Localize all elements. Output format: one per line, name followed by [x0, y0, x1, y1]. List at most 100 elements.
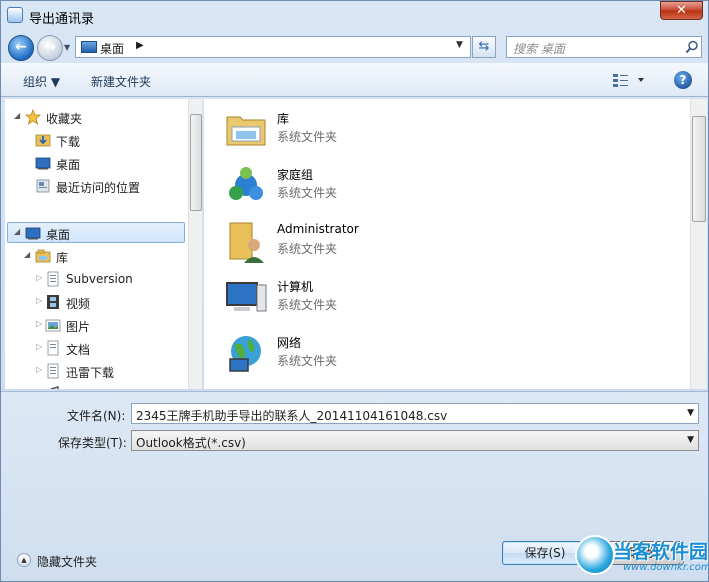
new-folder-button[interactable]: 新建文件夹	[91, 73, 151, 90]
file-item-homegroup[interactable]: 家庭组 系统文件夹	[220, 159, 520, 211]
sidebar-item-label: 迅雷下载	[66, 366, 115, 380]
filename-value: 2345王牌手机助手导出的联系人_20141104161048.csv	[136, 409, 448, 423]
watermark-url: www.downkr.com	[623, 562, 709, 573]
organize-button[interactable]: 组织 ▼	[23, 73, 60, 90]
sidebar-item-subversion[interactable]: ▷ Subversion	[5, 268, 185, 290]
history-dropdown-icon[interactable]: ▼	[64, 43, 70, 52]
navigation-pane: ◢ 收藏夹 下载 桌面 最近访问的位置 ◢ 桌面 ◢ 库 ▷ Subversio…	[5, 99, 188, 389]
sidebar-item-libraries[interactable]: ◢ 库	[5, 245, 185, 267]
collapse-arrow-icon[interactable]: ▷	[36, 319, 42, 328]
sidebar-item-recent-places[interactable]: 最近访问的位置	[5, 175, 185, 197]
computer-icon	[226, 282, 267, 312]
file-name: 计算机	[277, 280, 314, 294]
address-bar[interactable]: 桌面 ▶ ▼	[75, 36, 471, 58]
sidebar-item-videos[interactable]: ▷ 视频	[5, 291, 185, 313]
file-item-administrator[interactable]: Administrator 系统文件夹	[220, 215, 520, 267]
refresh-button[interactable]: ⇆	[472, 36, 496, 58]
search-placeholder: 搜索 桌面	[513, 42, 565, 56]
sidebar-item-thunder-downloads[interactable]: ▷ 迅雷下载	[5, 360, 185, 382]
close-button[interactable]: ✕	[660, 1, 703, 20]
collapse-arrow-icon[interactable]: ▷	[36, 273, 42, 282]
file-type: 系统文件夹	[277, 186, 338, 200]
watermark-text: 当客软件园	[613, 541, 709, 563]
sidebar-item-label: 文档	[66, 343, 91, 357]
navigation-bar: ← → ▼ 桌面 ▶ ▼ ⇆ 搜索 桌面	[1, 31, 708, 63]
network-icon	[229, 336, 261, 372]
sidebar-item-desktop[interactable]: ◢ 桌面	[5, 222, 185, 244]
breadcrumb-segment[interactable]: 桌面	[100, 40, 124, 57]
window-title: 导出通讯录	[29, 12, 95, 27]
file-item-network[interactable]: 网络 系统文件夹	[220, 327, 520, 379]
sidebar-item-label: 图片	[66, 320, 91, 334]
hide-folders-label: 隐藏文件夹	[37, 555, 98, 569]
star-icon	[25, 109, 41, 125]
navigation-scrollbar[interactable]	[188, 99, 202, 389]
command-toolbar: 组织 ▼ 新建文件夹 ?	[1, 63, 708, 97]
watermark: 当客软件园 www.downkr.com	[571, 529, 709, 581]
homegroup-icon	[229, 167, 263, 200]
sidebar-item-favorites[interactable]: ◢ 收藏夹	[5, 106, 185, 128]
file-list-scrollbar[interactable]	[690, 99, 707, 389]
sidebar-item-downloads[interactable]: 下载	[5, 129, 185, 151]
document-library-icon	[47, 340, 59, 356]
filename-field[interactable]: 2345王牌手机助手导出的联系人_20141104161048.csv ▼	[131, 403, 699, 424]
sidebar-item-pictures[interactable]: ▷ 图片	[5, 314, 185, 336]
filetype-label: 保存类型(T):	[58, 436, 127, 450]
sidebar-item-label: Subversion	[66, 272, 133, 286]
user-folder-icon	[229, 222, 264, 263]
filetype-value: Outlook格式(*.csv)	[136, 436, 246, 450]
expand-arrow-icon[interactable]: ◢	[14, 227, 20, 236]
file-item-libraries[interactable]: 库 系统文件夹	[220, 103, 520, 155]
back-button[interactable]: ←	[8, 35, 34, 61]
filetype-dropdown-icon[interactable]: ▼	[687, 435, 694, 445]
desktop-icon	[81, 41, 97, 53]
file-type: 系统文件夹	[277, 354, 338, 368]
collapse-arrow-icon[interactable]: ▷	[36, 296, 42, 305]
filetype-select[interactable]: Outlook格式(*.csv) ▼	[131, 430, 699, 451]
library-icon	[35, 249, 51, 263]
save-dialog-window: 导出通讯录 ✕ ← → ▼ 桌面 ▶ ▼ ⇆ 搜索 桌面 组织 ▼ 新建文件夹	[0, 0, 709, 582]
sidebar-item-music[interactable]: 音乐	[5, 383, 185, 389]
sidebar-item-desktop-fav[interactable]: 桌面	[5, 152, 185, 174]
sidebar-item-documents[interactable]: ▷ 文档	[5, 337, 185, 359]
file-name: 库	[277, 112, 290, 126]
help-button[interactable]: ?	[674, 71, 692, 89]
sidebar-item-label: 音乐	[66, 387, 90, 389]
collapse-arrow-icon[interactable]: ▷	[36, 365, 42, 374]
file-name: Administrator	[277, 222, 359, 236]
change-view-icon[interactable]	[612, 72, 648, 88]
expand-arrow-icon[interactable]: ◢	[14, 111, 20, 120]
collapse-chevron-icon[interactable]: ▲	[17, 553, 31, 567]
download-folder-icon	[35, 134, 51, 147]
music-library-icon	[50, 386, 59, 389]
file-item-computer[interactable]: 计算机 系统文件夹	[220, 271, 520, 323]
breadcrumb-arrow-icon[interactable]: ▶	[136, 40, 144, 51]
file-name: 网络	[277, 336, 302, 350]
desktop-icon	[35, 157, 51, 170]
app-icon	[7, 7, 23, 23]
sidebar-item-label: 库	[56, 251, 69, 265]
filename-dropdown-icon[interactable]: ▼	[687, 408, 694, 418]
filename-label: 文件名(N):	[67, 409, 126, 423]
title-bar[interactable]: 导出通讯录 ✕	[1, 1, 708, 31]
scrollbar-thumb[interactable]	[692, 116, 706, 222]
expand-arrow-icon[interactable]: ◢	[24, 250, 30, 259]
search-icon[interactable]	[685, 40, 699, 54]
forward-button[interactable]: →	[37, 35, 63, 61]
watermark-logo-icon	[575, 535, 615, 575]
desktop-icon	[25, 227, 41, 240]
search-input[interactable]: 搜索 桌面	[506, 36, 702, 58]
file-item-partial[interactable]	[220, 383, 520, 389]
folder-icon	[224, 387, 268, 389]
address-dropdown-icon[interactable]: ▼	[456, 40, 463, 50]
sidebar-item-label: 最近访问的位置	[56, 181, 141, 195]
collapse-arrow-icon[interactable]: ▷	[36, 342, 42, 351]
library-folder-icon	[226, 116, 266, 146]
sidebar-item-label: 桌面	[56, 158, 81, 172]
recent-places-icon	[36, 179, 50, 193]
scrollbar-thumb[interactable]	[190, 114, 202, 211]
file-list: 库 系统文件夹 家庭组 系统文件夹 Administrator 系统文件夹 计算…	[204, 99, 690, 389]
sidebar-item-label: 收藏夹	[46, 112, 83, 126]
sidebar-item-label: 桌面	[46, 228, 71, 242]
sidebar-item-label: 下载	[56, 135, 81, 149]
